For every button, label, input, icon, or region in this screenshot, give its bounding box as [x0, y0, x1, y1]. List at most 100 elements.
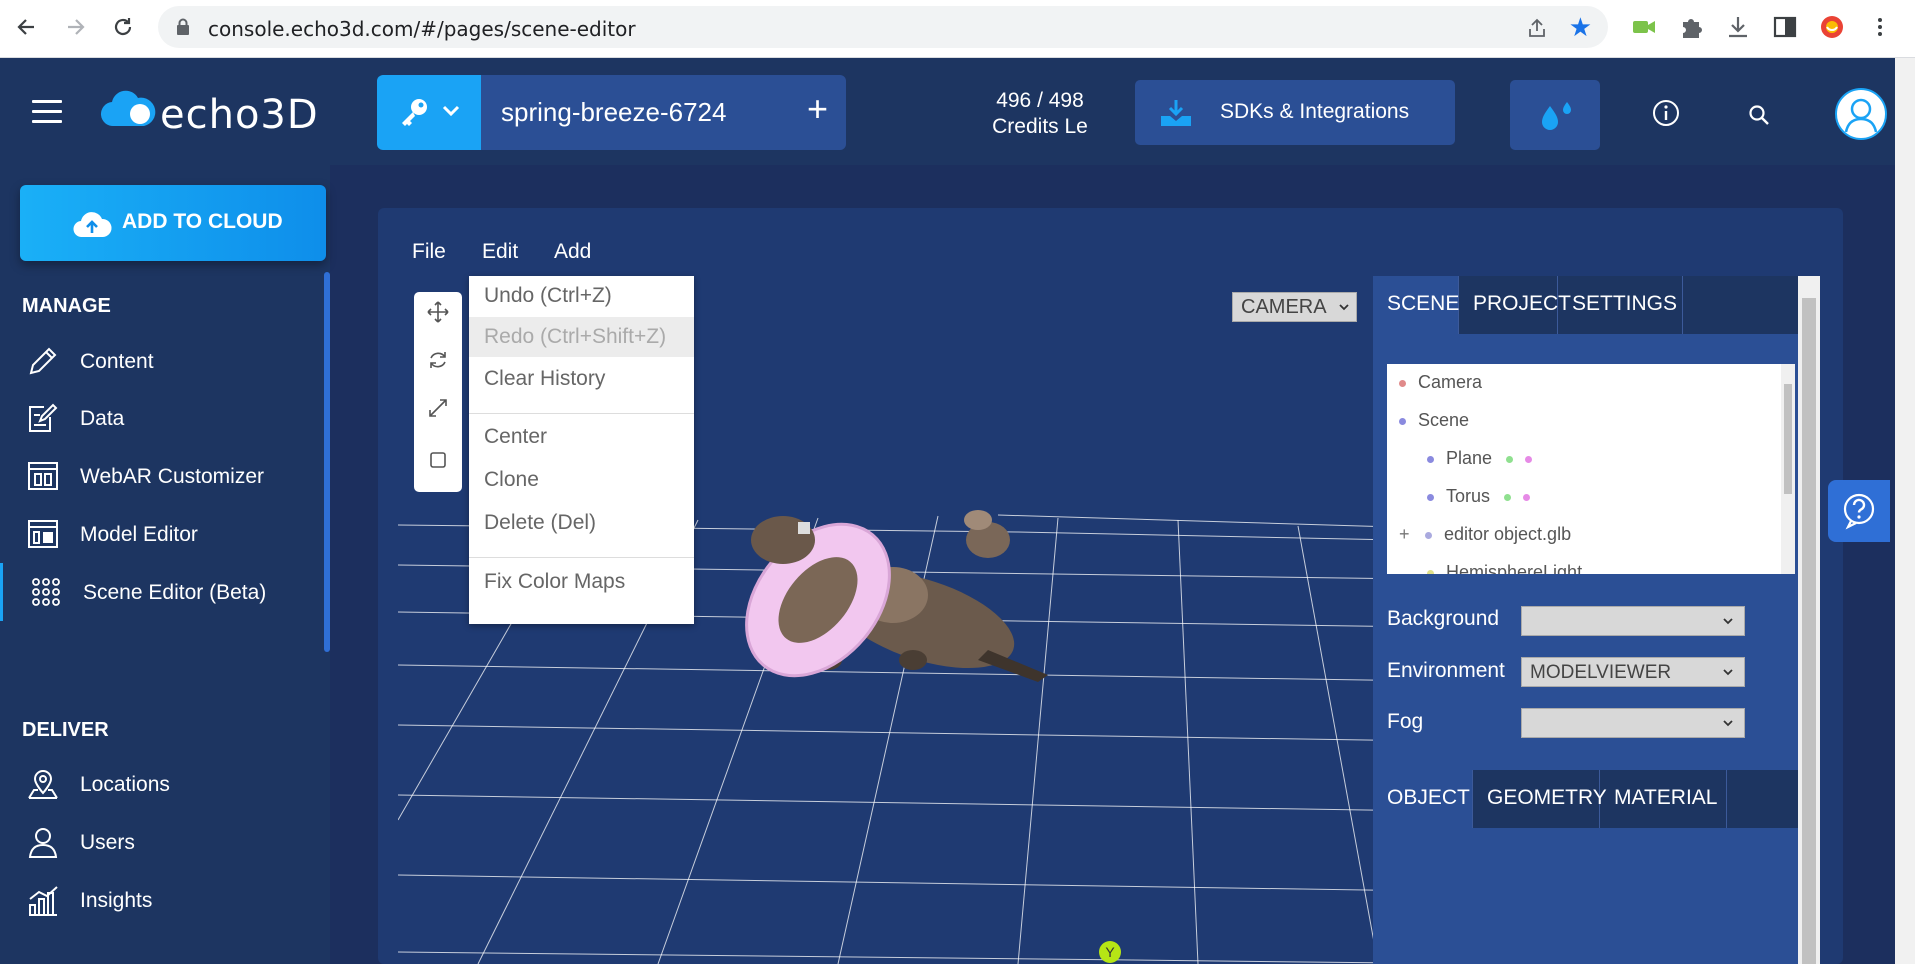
menu-divider	[469, 557, 694, 558]
puzzle-extension-icon[interactable]	[1677, 13, 1705, 41]
user-avatar[interactable]	[1835, 88, 1887, 140]
sidebar-item-insights[interactable]: Insights	[0, 871, 324, 929]
star-icon[interactable]: ★	[1569, 14, 1592, 40]
sidebar-item-label: Scene Editor (Beta)	[83, 581, 267, 604]
menu-item-delete[interactable]: Delete (Del)	[469, 503, 694, 543]
outliner-item-hemispherelight[interactable]: HemisphereLight	[1427, 562, 1582, 574]
tab-object[interactable]: OBJECT	[1373, 770, 1473, 828]
panel-scrollbar[interactable]	[1798, 276, 1820, 964]
back-icon[interactable]	[14, 14, 40, 40]
object-dot-icon	[1427, 455, 1434, 463]
camera-select[interactable]: CAMERA	[1232, 292, 1357, 322]
menu-file[interactable]: File	[412, 240, 446, 264]
environment-select[interactable]: MODELVIEWER	[1521, 657, 1745, 687]
tab-scene[interactable]: SCENE	[1373, 276, 1459, 334]
search-icon[interactable]	[1748, 104, 1770, 126]
project-selector[interactable]: spring-breeze-6724 +	[481, 75, 846, 150]
menu-item-redo[interactable]: Redo (Ctrl+Shift+Z)	[469, 317, 694, 357]
sidebar-item-locations[interactable]: Locations	[0, 755, 324, 813]
outliner-item-plane[interactable]: Plane	[1427, 448, 1544, 469]
fog-label: Fog	[1387, 710, 1424, 733]
drops-icon	[1542, 102, 1571, 130]
environment-label: Environment	[1387, 659, 1505, 682]
sidebar: ADD TO CLOUD MANAGE Content Data WebAR C…	[0, 165, 330, 964]
download-tray-icon	[1161, 100, 1191, 126]
sidebar-item-label: Content	[80, 350, 154, 373]
help-button[interactable]	[1828, 480, 1890, 542]
camera-extension-icon[interactable]	[1630, 13, 1658, 41]
menu-item-undo[interactable]: Undo (Ctrl+Z)	[469, 276, 694, 316]
outliner-scrollbar[interactable]	[1781, 364, 1795, 574]
menu-add[interactable]: Add	[554, 240, 591, 264]
sidebar-item-model-editor[interactable]: Model Editor	[0, 505, 324, 563]
scene-model-preview	[745, 510, 1048, 682]
kebab-menu-icon[interactable]	[1866, 13, 1894, 41]
tab-material[interactable]: MATERIAL	[1600, 770, 1727, 828]
move-icon[interactable]	[426, 300, 450, 324]
url-text[interactable]: console.echo3d.com/#/pages/scene-editor	[208, 17, 636, 41]
address-bar[interactable]: console.echo3d.com/#/pages/scene-editor …	[158, 6, 1608, 48]
drops-button[interactable]	[1510, 80, 1600, 150]
sidebar-item-scene-editor[interactable]: Scene Editor (Beta)	[0, 563, 324, 621]
sdk-integrations-button[interactable]: SDKs & Integrations	[1135, 80, 1455, 145]
deliver-section-title: DELIVER	[22, 719, 109, 741]
rotate-icon[interactable]	[426, 348, 450, 372]
tab-project[interactable]: PROJECT	[1459, 276, 1571, 334]
sidebar-item-users[interactable]: Users	[0, 813, 324, 871]
app-header: echo3D spring-breeze-6724 + 496 / 498 Cr…	[0, 58, 1895, 165]
menu-item-clone[interactable]: Clone	[469, 460, 694, 500]
share-icon[interactable]	[1526, 17, 1548, 39]
hamburger-menu-icon[interactable]	[32, 100, 62, 123]
transform-toolbar	[414, 292, 462, 492]
background-select[interactable]	[1521, 606, 1745, 636]
material-dot-icon	[1523, 493, 1531, 501]
tab-settings[interactable]: SETTINGS	[1558, 276, 1683, 334]
menu-edit[interactable]: Edit	[482, 240, 518, 264]
expand-icon[interactable]: +	[1399, 524, 1415, 545]
add-to-cloud-label: ADD TO CLOUD	[122, 210, 283, 233]
menu-item-center[interactable]: Center	[469, 417, 694, 457]
add-to-cloud-button[interactable]: ADD TO CLOUD	[20, 185, 326, 261]
sidebar-item-webar-customizer[interactable]: WebAR Customizer	[0, 447, 324, 505]
api-key-button[interactable]	[377, 75, 481, 150]
geometry-dot-icon	[1504, 493, 1512, 501]
y-axis-gizmo[interactable]: Y	[1098, 940, 1122, 964]
brand-name: echo3D	[160, 92, 319, 138]
menu-item-fix-color-maps[interactable]: Fix Color Maps	[469, 562, 694, 602]
outliner-item-camera[interactable]: Camera	[1399, 372, 1482, 393]
credits-label: Credits Le	[992, 115, 1088, 138]
scene-dot-icon	[1399, 417, 1406, 425]
menu-item-clear-history[interactable]: Clear History	[469, 359, 694, 399]
download-icon[interactable]	[1724, 13, 1752, 41]
fog-select[interactable]	[1521, 708, 1745, 738]
info-icon[interactable]	[1652, 99, 1680, 127]
reload-icon[interactable]	[110, 14, 136, 40]
tab-geometry[interactable]: GEOMETRY	[1473, 770, 1607, 828]
sidebar-item-data[interactable]: Data	[0, 389, 324, 447]
object-tabs: OBJECT GEOMETRY MATERIAL	[1373, 770, 1798, 828]
profile-icon[interactable]	[1818, 13, 1846, 41]
sidepanel-icon[interactable]	[1771, 13, 1799, 41]
forward-icon[interactable]	[62, 14, 88, 40]
chevron-down-icon	[442, 105, 460, 117]
outliner-item-torus[interactable]: Torus	[1427, 486, 1542, 507]
add-project-button[interactable]: +	[807, 89, 828, 129]
page-scrollbar[interactable]	[1895, 58, 1915, 964]
sidebar-item-content[interactable]: Content	[0, 332, 324, 390]
local-space-checkbox[interactable]	[426, 448, 450, 472]
cloud-upload-icon	[73, 212, 112, 238]
browser-toolbar: console.echo3d.com/#/pages/scene-editor …	[0, 0, 1915, 58]
key-icon	[402, 99, 427, 126]
outliner-item-scene[interactable]: Scene	[1399, 410, 1469, 431]
project-name[interactable]: spring-breeze-6724	[501, 97, 726, 128]
credits-count: 496 / 498	[996, 89, 1084, 112]
grid-dots-icon	[32, 578, 60, 606]
sidebar-item-label: Insights	[80, 889, 153, 912]
scale-icon[interactable]	[426, 396, 450, 420]
help-chat-icon	[1843, 493, 1875, 530]
edit-document-icon	[29, 403, 58, 432]
sidebar-scrollbar[interactable]	[324, 272, 330, 652]
lock-icon	[177, 18, 189, 35]
outliner-item-editor-object[interactable]: + editor object.glb	[1399, 524, 1571, 545]
echo3d-logo-icon	[100, 90, 156, 127]
